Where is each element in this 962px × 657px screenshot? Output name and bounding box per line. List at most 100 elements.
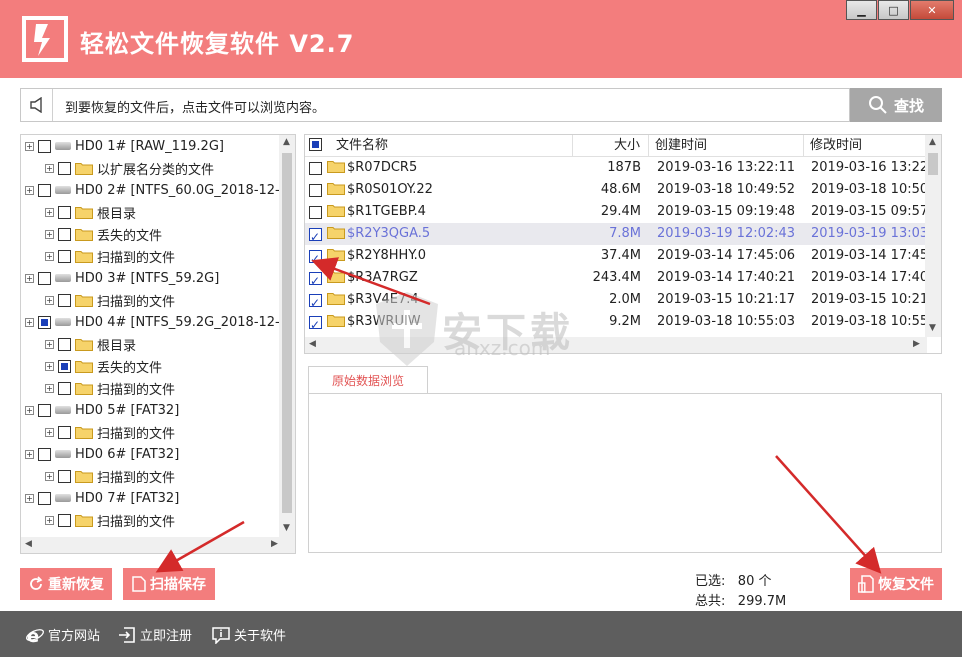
tree-checkbox[interactable] [38,403,51,417]
file-vertical-scrollbar[interactable]: ▲ ▼ [925,135,941,337]
tree-folder[interactable]: + 扫描到的文件 [45,421,175,443]
file-checkbox[interactable] [309,315,322,329]
file-row[interactable]: $R07DCR5 187B 2019-03-16 13:22:11 2019-03-1… [305,157,927,179]
expand-icon[interactable]: + [25,317,34,327]
save-scan-button[interactable]: 扫描保存 [123,568,215,600]
file-row[interactable]: $R2Y8HHY.0 37.4M 2019-03-14 17:45:06 2019-0… [305,245,927,267]
tree-folder[interactable]: + 丢失的文件 [45,355,162,377]
about-link[interactable]: 关于软件 [212,625,286,644]
recover-files-button[interactable]: 恢复文件 [850,568,942,600]
tree-checkbox[interactable] [38,139,51,153]
file-checkbox[interactable] [309,184,322,197]
tree-partition[interactable]: + HD0 5# [FAT32] [25,399,179,421]
tree-folder[interactable]: + 丢失的文件 [45,223,162,245]
tree-checkbox[interactable] [58,381,71,395]
scroll-right-icon[interactable]: ▶ [271,539,278,549]
file-checkbox[interactable] [309,227,322,241]
expand-icon[interactable]: + [45,361,54,371]
tree-checkbox[interactable] [38,183,51,197]
register-link[interactable]: 立即注册 [118,625,192,644]
column-name[interactable]: 文件名称 [305,135,573,157]
tree-checkbox[interactable] [38,491,51,505]
tree-checkbox[interactable] [58,359,71,373]
expand-icon[interactable]: + [25,493,34,503]
tree-folder[interactable]: + 根目录 [45,201,136,223]
tree-partition[interactable]: + HD0 4# [NTFS_59.2G_2018-12- [25,311,280,333]
file-row[interactable]: $R0S01OY.22 48.6M 2019-03-18 10:49:52 2019-… [305,179,927,201]
column-created[interactable]: 创建时间 [649,135,804,157]
tree-folder[interactable]: + 扫描到的文件 [45,245,175,267]
tree-checkbox[interactable] [38,315,51,329]
column-size[interactable]: 大小 [573,135,649,157]
expand-icon[interactable]: + [45,295,54,305]
tree-vertical-scrollbar[interactable]: ▲ ▼ [279,135,295,538]
expand-icon[interactable]: + [45,229,54,239]
file-checkbox[interactable] [309,206,322,219]
scroll-right-icon[interactable]: ▶ [913,339,920,349]
expand-icon[interactable]: + [45,427,54,437]
tree-partition[interactable]: + HD0 3# [NTFS_59.2G] [25,267,219,289]
tree-horizontal-scrollbar[interactable]: ◀ ▶ [21,537,295,553]
tree-folder[interactable]: + 扫描到的文件 [45,509,175,531]
tree-checkbox[interactable] [58,161,71,175]
tree-partition[interactable]: + HD0 1# [RAW_119.2G] [25,135,224,157]
tree-checkbox[interactable] [38,447,51,461]
tree-folder[interactable]: + 根目录 [45,333,136,355]
file-row[interactable]: $R2Y3QGA.5 7.8M 2019-03-19 12:02:43 2019-03… [305,223,927,245]
file-checkbox[interactable] [309,162,322,175]
tree-partition[interactable]: + HD0 7# [FAT32] [25,487,179,509]
scroll-up-icon[interactable]: ▲ [929,137,936,147]
file-row[interactable]: $R1TGEBP.4 29.4M 2019-03-15 09:19:48 2019-0… [305,201,927,223]
tab-raw-data-preview[interactable]: 原始数据浏览 [308,366,428,394]
tree-folder[interactable]: + 扫描到的文件 [45,289,175,311]
expand-icon[interactable]: + [45,515,54,525]
column-modified[interactable]: 修改时间 [804,135,927,157]
tree-label: HD0 5# [FAT32] [75,402,180,418]
tree-folder[interactable]: + 以扩展名分类的文件 [45,157,214,179]
search-button[interactable]: 查找 [850,88,942,122]
expand-icon[interactable]: + [45,339,54,349]
tree-checkbox[interactable] [58,425,71,439]
file-scroll-thumb[interactable] [928,153,938,175]
expand-icon[interactable]: + [25,141,34,151]
official-website-link[interactable]: e 官方网站 [26,625,100,644]
scroll-down-icon[interactable]: ▼ [929,323,936,333]
tree-checkbox[interactable] [58,337,71,351]
file-checkbox[interactable] [309,293,322,307]
tree-checkbox[interactable] [58,205,71,219]
tree-checkbox[interactable] [38,271,51,285]
tree-folder[interactable]: + 扫描到的文件 [45,465,175,487]
tree-checkbox[interactable] [58,513,71,527]
expand-icon[interactable]: + [25,185,34,195]
scroll-left-icon[interactable]: ◀ [25,539,32,549]
expand-icon[interactable]: + [25,449,34,459]
scroll-up-icon[interactable]: ▲ [283,137,290,147]
scroll-down-icon[interactable]: ▼ [283,523,290,533]
maximize-button[interactable]: □ [878,0,909,20]
file-row[interactable]: $R3A7RGZ 243.4M 2019-03-14 17:40:21 2019-03… [305,267,927,289]
expand-icon[interactable]: + [45,383,54,393]
minimize-button[interactable]: ▁ [846,0,877,20]
close-button[interactable]: ✕ [910,0,954,20]
expand-icon[interactable]: + [25,405,34,415]
expand-icon[interactable]: + [45,163,54,173]
expand-icon[interactable]: + [25,273,34,283]
tree-folder[interactable]: + 扫描到的文件 [45,377,175,399]
file-size: 187B [607,160,641,175]
tree-partition[interactable]: + HD0 6# [FAT32] [25,443,179,465]
expand-icon[interactable]: + [45,471,54,481]
tree-partition[interactable]: + HD0 2# [NTFS_60.0G_2018-12- [25,179,280,201]
expand-icon[interactable]: + [45,207,54,217]
tree-checkbox[interactable] [58,293,71,307]
file-checkbox[interactable] [309,271,322,285]
partition-tree[interactable]: + HD0 1# [RAW_119.2G] + 以扩展名分类的文件 + HD0 2# [N… [20,134,296,554]
tree-checkbox[interactable] [58,249,71,263]
rescan-button[interactable]: 重新恢复 [20,568,112,600]
tree-scroll-thumb[interactable] [282,153,292,513]
select-all-checkbox[interactable] [309,138,322,151]
scroll-left-icon[interactable]: ◀ [309,339,316,349]
expand-icon[interactable]: + [45,251,54,261]
tree-checkbox[interactable] [58,469,71,483]
file-checkbox[interactable] [309,249,322,263]
tree-checkbox[interactable] [58,227,71,241]
